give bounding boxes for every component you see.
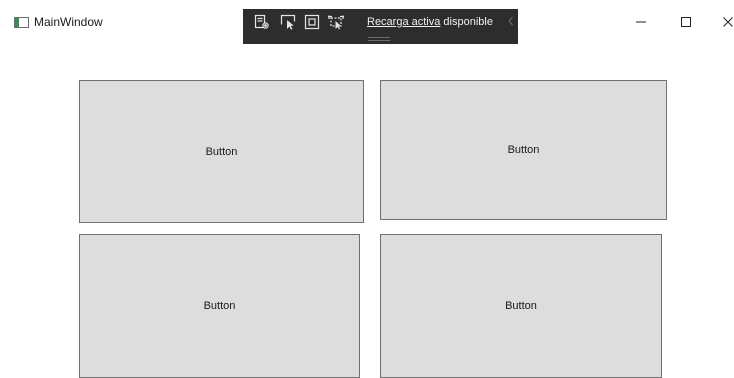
close-icon [723, 17, 733, 27]
display-adorners-icon[interactable] [303, 13, 321, 31]
xaml-debug-toolbar: Recarga activa disponible [243, 9, 518, 44]
window-title: MainWindow [34, 15, 103, 29]
minimize-icon [636, 21, 646, 23]
track-focus-icon[interactable] [327, 13, 345, 31]
hot-reload-status: Recarga activa disponible [367, 15, 493, 29]
button-top-left[interactable]: Button [79, 80, 364, 223]
button-bottom-left[interactable]: Button [79, 234, 360, 378]
hot-reload-status-text: disponible [440, 16, 493, 28]
minimize-button[interactable] [626, 8, 656, 36]
window-icon [14, 17, 29, 28]
live-visual-tree-icon[interactable] [253, 13, 271, 31]
button-bottom-right[interactable]: Button [380, 234, 662, 378]
button-top-right[interactable]: Button [380, 80, 667, 220]
title-bar[interactable]: MainWindow Recarga activa disponible [0, 0, 734, 46]
toolbar-drag-handle[interactable] [368, 37, 390, 41]
close-button[interactable] [713, 8, 734, 36]
select-element-icon[interactable] [279, 13, 297, 31]
maximize-icon [681, 17, 691, 27]
chevron-left-icon[interactable] [506, 14, 515, 28]
maximize-button[interactable] [671, 8, 701, 36]
hot-reload-link[interactable]: Recarga activa [367, 16, 440, 28]
